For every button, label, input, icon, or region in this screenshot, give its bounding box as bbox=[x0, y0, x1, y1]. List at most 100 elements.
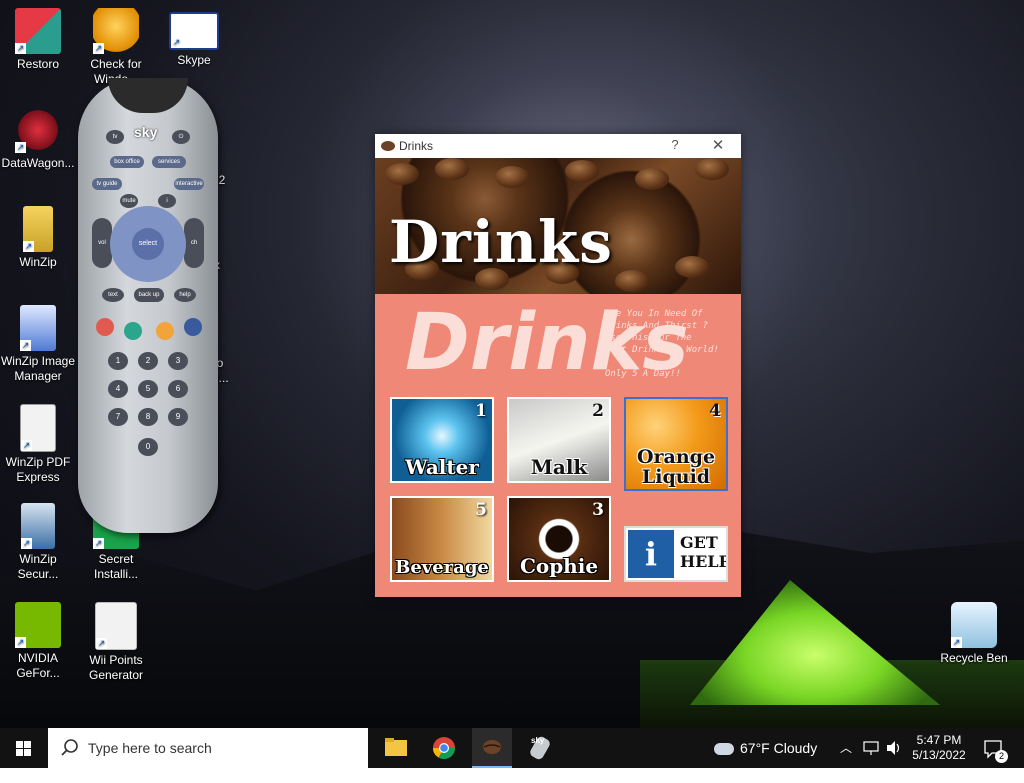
pdf-icon: ↗ bbox=[20, 404, 56, 452]
chrome-icon bbox=[433, 737, 455, 759]
tagline-line: Best Drinks In World! bbox=[605, 345, 719, 355]
recycle-bin-icon: ↗ bbox=[951, 602, 997, 648]
remote-volume-rocker[interactable]: vol bbox=[92, 218, 112, 268]
taskbar-drinks-app[interactable] bbox=[472, 728, 512, 768]
network-icon[interactable] bbox=[862, 728, 880, 768]
get-help-button[interactable]: i GET HELP bbox=[624, 526, 728, 582]
partial-label: 12 bbox=[212, 173, 226, 187]
desktop-icon-winzip-image-manager[interactable]: ↗ WinZip Image Manager bbox=[0, 305, 76, 384]
drinks-window[interactable]: Drinks ? ✕ Drinks Drinks Are You In Need… bbox=[375, 134, 741, 597]
remote-help-button[interactable]: help bbox=[174, 288, 196, 302]
volume-icon[interactable] bbox=[884, 728, 904, 768]
desktop-icon-recycle-bin[interactable]: ↗ Recycle Ben bbox=[936, 602, 1012, 666]
search-placeholder: Type here to search bbox=[88, 740, 212, 756]
desktop-icon-check-for-windows[interactable]: ↗ Check for Windo... bbox=[78, 8, 154, 87]
remote-tv-button[interactable]: tv bbox=[106, 130, 124, 144]
nvidia-icon: ↗ bbox=[15, 602, 61, 648]
remote-number-button[interactable]: 5 bbox=[138, 380, 158, 398]
remote-number-button[interactable]: 1 bbox=[108, 352, 128, 370]
remote-number-button[interactable]: 3 bbox=[168, 352, 188, 370]
tile-label: Orange Liquid bbox=[636, 446, 716, 488]
partial-label: n... bbox=[212, 371, 229, 385]
tagline-line: Use This For The bbox=[605, 333, 692, 343]
winzip-icon: ↗ bbox=[23, 206, 53, 252]
sky-logo: sky bbox=[134, 124, 158, 140]
remote-number-button[interactable]: 0 bbox=[138, 438, 158, 456]
sky-remote[interactable]: sky tv ⏻ box office services tv guide in… bbox=[78, 78, 218, 533]
remote-yellow-button[interactable] bbox=[156, 322, 174, 340]
desktop-icon-datawagon[interactable]: ↗ DataWagon... bbox=[0, 107, 76, 171]
shortcut-arrow-icon: ↗ bbox=[96, 638, 107, 649]
shortcut-arrow-icon: ↗ bbox=[93, 43, 104, 54]
start-button[interactable] bbox=[0, 728, 48, 768]
title-bar[interactable]: Drinks ? ✕ bbox=[375, 134, 741, 158]
clock-date: 5/13/2022 bbox=[912, 748, 966, 762]
desktop-icon-wii-points[interactable]: ↗ Wii Points Generator bbox=[78, 602, 154, 683]
chevron-up-icon: ︿ bbox=[840, 741, 853, 755]
desktop-icon-label: WinZip bbox=[19, 255, 57, 269]
remote-blue-button[interactable] bbox=[184, 318, 202, 336]
desktop-icon-winzip[interactable]: ↗ WinZip bbox=[0, 206, 76, 270]
cloud-icon bbox=[714, 743, 734, 756]
remote-dpad[interactable]: select bbox=[110, 206, 186, 282]
remote-interactive-button[interactable]: interactive bbox=[174, 178, 204, 190]
remote-channel-rocker[interactable]: ch bbox=[184, 218, 204, 268]
svg-text:sky: sky bbox=[531, 736, 545, 745]
notification-center-button[interactable]: 2 bbox=[982, 728, 1012, 768]
drink-tile-beverage[interactable]: 5 Beverage bbox=[390, 496, 494, 582]
desktop: ↗ Restoro ↗ DataWagon... ↗ WinZip ↗ WinZ… bbox=[0, 0, 1024, 728]
taskbar: Type here to search sky 67°F Cloudy ︿ 5:… bbox=[0, 728, 1024, 768]
shortcut-arrow-icon: ↗ bbox=[951, 637, 962, 648]
desktop-icon-restoro[interactable]: ↗ Restoro bbox=[0, 8, 76, 72]
tile-number: 2 bbox=[592, 401, 604, 421]
desktop-icon-label: Wii Points Generator bbox=[88, 653, 144, 682]
remote-number-button[interactable]: 6 bbox=[168, 380, 188, 398]
remote-number-button[interactable]: 7 bbox=[108, 408, 128, 426]
datawagon-icon: ↗ bbox=[15, 107, 61, 153]
desktop-icon-label: WinZip Secur... bbox=[17, 552, 59, 581]
remote-number-button[interactable]: 2 bbox=[138, 352, 158, 370]
remote-box-office-button[interactable]: box office bbox=[110, 156, 144, 168]
remote-select-button[interactable]: select bbox=[132, 228, 164, 260]
drink-tile-cophie[interactable]: 3 Cophie bbox=[507, 496, 611, 582]
remote-mute-button[interactable]: mute bbox=[120, 194, 138, 208]
desktop-icon-label: Secret Installi... bbox=[93, 552, 138, 581]
remote-green-button[interactable] bbox=[124, 322, 142, 340]
help-button[interactable]: ? bbox=[665, 137, 685, 152]
coffee-banner: Drinks bbox=[375, 158, 741, 294]
remote-number-button[interactable]: 8 bbox=[138, 408, 158, 426]
remote-power-button[interactable]: ⏻ bbox=[172, 130, 190, 144]
drink-tile-walter[interactable]: 1 Walter bbox=[390, 397, 494, 483]
remote-number-button[interactable]: 4 bbox=[108, 380, 128, 398]
taskbar-file-explorer[interactable] bbox=[376, 728, 416, 768]
remote-red-button[interactable] bbox=[96, 318, 114, 336]
tagline: Are You In Need Of Drinks And Thirst ? U… bbox=[605, 308, 719, 380]
remote-number-button[interactable]: 9 bbox=[168, 408, 188, 426]
desktop-icon-winzip-pdf-express[interactable]: ↗ WinZip PDF Express bbox=[0, 404, 76, 485]
desktop-icon-skype[interactable]: ↗ Skype bbox=[156, 8, 232, 68]
shortcut-arrow-icon: ↗ bbox=[20, 340, 31, 351]
taskbar-search-box[interactable]: Type here to search bbox=[48, 728, 368, 768]
taskbar-chrome[interactable] bbox=[424, 728, 464, 768]
desktop-icon-winzip-secure[interactable]: ↗ WinZip Secur... bbox=[0, 503, 76, 582]
remote-tv-guide-button[interactable]: tv guide bbox=[92, 178, 122, 190]
remote-text-button[interactable]: text bbox=[102, 288, 124, 302]
remote-back-up-button[interactable]: back up bbox=[134, 288, 164, 302]
desktop-icon-nvidia[interactable]: ↗ NVIDIA GeFor... bbox=[0, 602, 76, 681]
network-icon-glyph bbox=[863, 741, 879, 755]
show-hidden-icons-button[interactable]: ︿ bbox=[840, 728, 852, 768]
drink-tile-orange-liquid[interactable]: 4 Orange Liquid bbox=[624, 397, 728, 491]
drink-tile-malk[interactable]: 2 Malk bbox=[507, 397, 611, 483]
close-button[interactable]: ✕ bbox=[708, 136, 728, 154]
desktop-icon-label: Recycle Ben bbox=[940, 651, 1008, 665]
tagline-line: Are You In Need Of bbox=[605, 309, 703, 319]
weather-widget[interactable]: 67°F Cloudy bbox=[714, 728, 817, 768]
drinks-menu-area: Drinks Are You In Need Of Drinks And Thi… bbox=[375, 294, 741, 597]
clock[interactable]: 5:47 PM 5/13/2022 bbox=[908, 728, 970, 773]
partial-label: io bbox=[214, 356, 224, 370]
remote-info-button[interactable]: i bbox=[158, 194, 176, 208]
remote-services-button[interactable]: services bbox=[152, 156, 186, 168]
desktop-icon-label: WinZip Image Manager bbox=[0, 354, 76, 383]
speaker-icon bbox=[887, 741, 900, 755]
taskbar-sky-remote[interactable]: sky bbox=[520, 728, 560, 768]
